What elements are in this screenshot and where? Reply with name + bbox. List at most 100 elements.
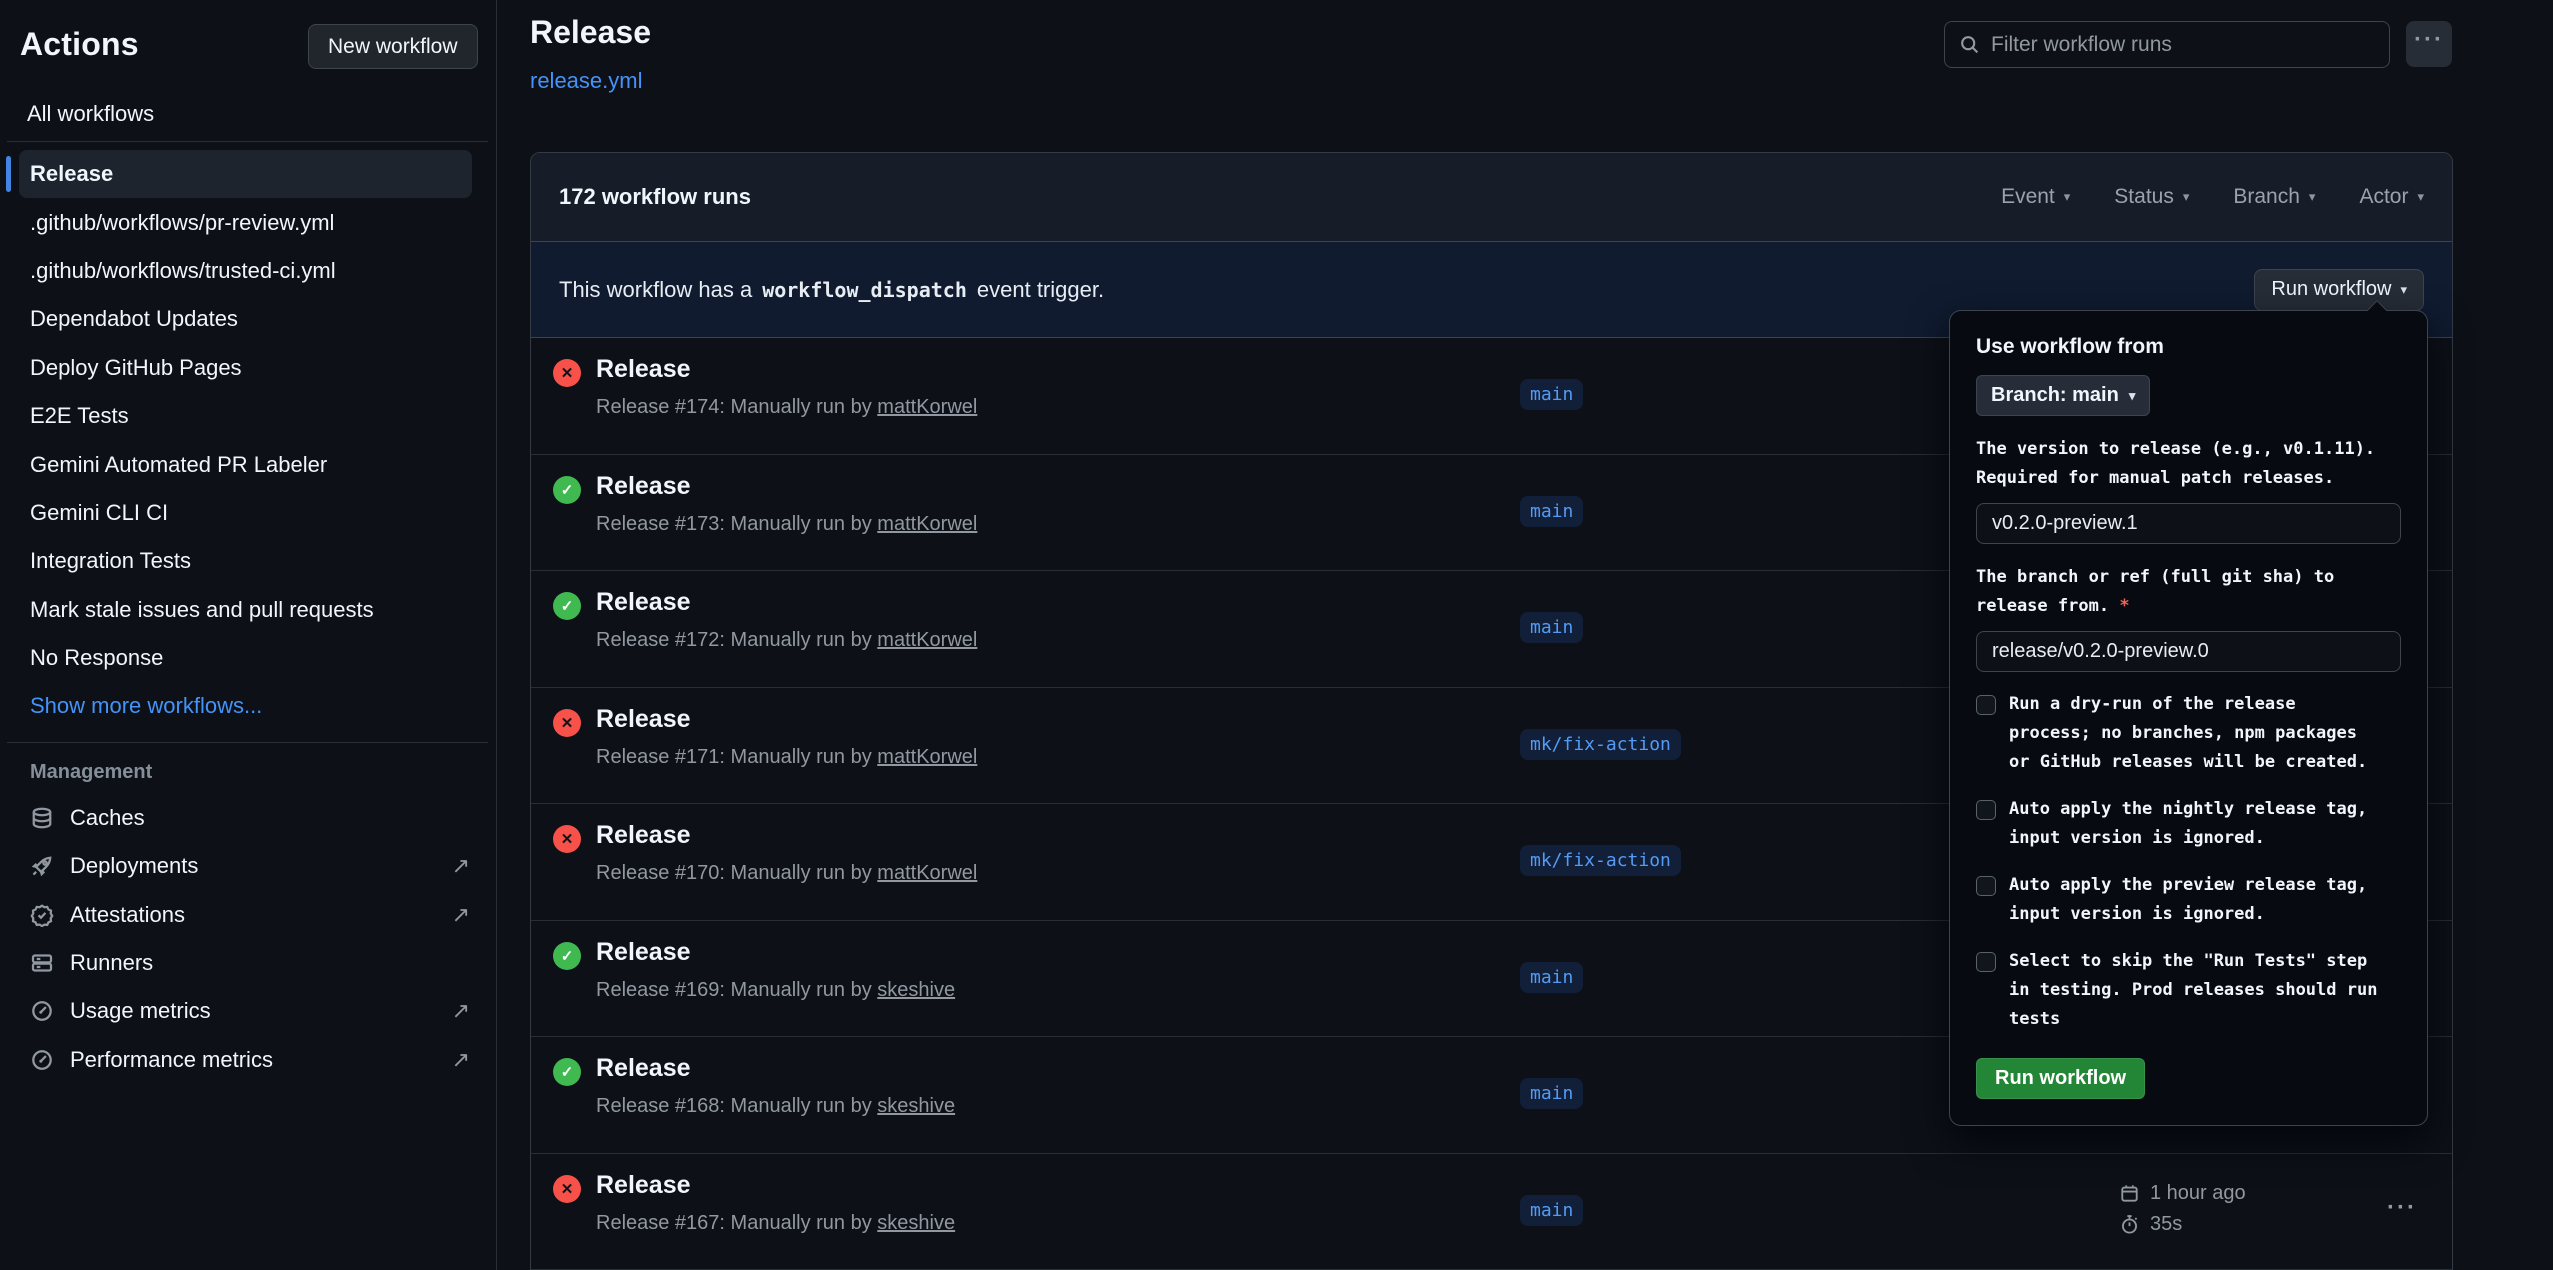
sidebar-item-mark-stale[interactable]: Mark stale issues and pull requests xyxy=(19,586,472,634)
workflow-file-link[interactable]: release.yml xyxy=(530,68,642,94)
actor-link[interactable]: mattKorwel xyxy=(877,513,977,535)
active-indicator xyxy=(6,156,11,192)
sidebar-item-label: Deployments xyxy=(70,853,198,879)
run-duration: 35s xyxy=(2150,1213,2182,1236)
run-title-link[interactable]: Release xyxy=(596,355,691,384)
sidebar-item-pr-review[interactable]: .github/workflows/pr-review.yml xyxy=(19,198,472,246)
preview-tag-checkbox[interactable] xyxy=(1976,876,1996,896)
branch-badge[interactable]: mk/fix-action xyxy=(1520,845,1681,876)
run-description: Release #169: Manually run by xyxy=(596,979,872,1001)
run-title-link[interactable]: Release xyxy=(596,938,691,967)
checkbox-field: Run a dry-run of the release process; no… xyxy=(1976,690,2401,777)
run-kebab-menu-button[interactable]: ··· xyxy=(2387,1194,2417,1222)
management-section-header: Management xyxy=(30,761,496,784)
actor-link[interactable]: mattKorwel xyxy=(877,629,977,651)
show-more-workflows-link[interactable]: Show more workflows... xyxy=(19,682,472,730)
sidebar-item-trusted-ci[interactable]: .github/workflows/trusted-ci.yml xyxy=(19,247,472,295)
branch-badge[interactable]: mk/fix-action xyxy=(1520,729,1681,760)
page-title: Actions xyxy=(20,26,139,63)
checkbox-field: Auto apply the nightly release tag, inpu… xyxy=(1976,795,2401,853)
sidebar-item-label: E2E Tests xyxy=(30,403,129,429)
use-workflow-from-label: Use workflow from xyxy=(1976,335,2401,359)
sidebar-item-usage-metrics[interactable]: Usage metrics ↗ xyxy=(0,987,496,1035)
sidebar-item-e2e-tests[interactable]: E2E Tests xyxy=(19,392,472,440)
run-description: Release #170: Manually run by xyxy=(596,862,872,884)
sidebar-item-all-workflows[interactable]: All workflows xyxy=(0,92,496,136)
dry-run-checkbox-label: Run a dry-run of the release process; no… xyxy=(2009,690,2367,777)
version-field-label: The version to release (e.g., v0.1.11). … xyxy=(1976,435,2401,493)
run-title-link[interactable]: Release xyxy=(596,588,691,617)
run-title-link[interactable]: Release xyxy=(596,1054,691,1083)
chevron-down-icon: ▾ xyxy=(2064,189,2071,205)
chevron-down-icon: ▾ xyxy=(2417,189,2424,205)
run-workflow-dropdown-button[interactable]: Run workflow ▾ xyxy=(2254,269,2424,311)
sidebar-item-runners[interactable]: Runners xyxy=(0,939,496,987)
branch-selector-button[interactable]: Branch: main ▾ xyxy=(1976,375,2150,416)
workflow-dispatch-code: workflow_dispatch xyxy=(762,278,967,302)
sidebar-item-caches[interactable]: Caches xyxy=(0,794,496,842)
sidebar-item-dependabot-updates[interactable]: Dependabot Updates xyxy=(19,295,472,343)
checkbox-field: Select to skip the "Run Tests" step in t… xyxy=(1976,947,2401,1034)
chevron-down-icon: ▾ xyxy=(2309,189,2316,205)
status-filter-dropdown[interactable]: Status▾ xyxy=(2114,185,2189,209)
server-icon xyxy=(30,951,54,975)
skip-tests-checkbox[interactable] xyxy=(1976,952,1996,972)
sidebar-item-integration-tests[interactable]: Integration Tests xyxy=(19,537,472,585)
run-description: Release #167: Manually run by xyxy=(596,1212,872,1234)
branch-filter-dropdown[interactable]: Branch▾ xyxy=(2233,185,2315,209)
sidebar-item-deploy-github-pages[interactable]: Deploy GitHub Pages xyxy=(19,344,472,392)
branch-badge[interactable]: main xyxy=(1520,1195,1583,1226)
checkbox-field: Auto apply the preview release tag, inpu… xyxy=(1976,871,2401,929)
database-icon xyxy=(30,806,54,830)
ref-input[interactable] xyxy=(1976,631,2401,672)
actor-link[interactable]: skeshive xyxy=(877,1095,955,1117)
external-link-icon: ↗ xyxy=(452,1047,470,1073)
run-description: Release #174: Manually run by xyxy=(596,396,872,418)
page-kebab-menu-button[interactable]: ··· xyxy=(2406,21,2452,67)
rocket-icon xyxy=(30,854,54,878)
dry-run-checkbox[interactable] xyxy=(1976,695,1996,715)
meter-icon xyxy=(30,999,54,1023)
nightly-tag-checkbox-label: Auto apply the nightly release tag, inpu… xyxy=(2009,795,2367,853)
actor-filter-dropdown[interactable]: Actor▾ xyxy=(2359,185,2424,209)
status-failure-icon: ✕ xyxy=(553,1175,581,1203)
sidebar-item-no-response[interactable]: No Response xyxy=(19,634,472,682)
actor-link[interactable]: skeshive xyxy=(877,979,955,1001)
sidebar-item-label: Release xyxy=(30,161,113,187)
stopwatch-icon xyxy=(2119,1214,2140,1235)
sidebar-item-gemini-cli-ci[interactable]: Gemini CLI CI xyxy=(19,489,472,537)
workflow-title: Release xyxy=(530,14,651,51)
runs-filters: Event▾ Status▾ Branch▾ Actor▾ xyxy=(2001,185,2424,209)
event-filter-dropdown[interactable]: Event▾ xyxy=(2001,185,2070,209)
sidebar-item-gemini-pr-labeler[interactable]: Gemini Automated PR Labeler xyxy=(19,440,472,488)
branch-badge[interactable]: main xyxy=(1520,962,1583,993)
run-title-link[interactable]: Release xyxy=(596,1171,691,1200)
sidebar-item-release[interactable]: Release xyxy=(19,150,472,198)
new-workflow-button[interactable]: New workflow xyxy=(308,24,478,69)
branch-badge[interactable]: main xyxy=(1520,1078,1583,1109)
sidebar-header: Actions New workflow xyxy=(0,0,496,92)
management-list: Caches Deployments ↗ Attestations ↗ Runn… xyxy=(0,794,496,1084)
sidebar-item-deployments[interactable]: Deployments ↗ xyxy=(0,842,496,890)
run-title-link[interactable]: Release xyxy=(596,472,691,501)
run-workflow-submit-button[interactable]: Run workflow xyxy=(1976,1058,2145,1099)
sidebar-item-performance-metrics[interactable]: Performance metrics ↗ xyxy=(0,1036,496,1084)
status-success-icon: ✓ xyxy=(553,592,581,620)
actor-link[interactable]: mattKorwel xyxy=(877,862,977,884)
run-title-link[interactable]: Release xyxy=(596,705,691,734)
branch-badge[interactable]: main xyxy=(1520,612,1583,643)
actor-link[interactable]: skeshive xyxy=(877,1212,955,1234)
status-failure-icon: ✕ xyxy=(553,825,581,853)
workflow-run-row[interactable]: ✕ Release Release #167: Manually run by … xyxy=(531,1154,2452,1270)
branch-badge[interactable]: main xyxy=(1520,379,1583,410)
version-input[interactable] xyxy=(1976,503,2401,544)
sidebar-item-attestations[interactable]: Attestations ↗ xyxy=(0,890,496,938)
nightly-tag-checkbox[interactable] xyxy=(1976,800,1996,820)
filter-workflow-runs-input[interactable] xyxy=(1991,33,2375,57)
skip-tests-checkbox-label: Select to skip the "Run Tests" step in t… xyxy=(2009,947,2377,1034)
branch-badge[interactable]: main xyxy=(1520,496,1583,527)
actor-link[interactable]: mattKorwel xyxy=(877,746,977,768)
run-title-link[interactable]: Release xyxy=(596,821,691,850)
actor-link[interactable]: mattKorwel xyxy=(877,396,977,418)
status-success-icon: ✓ xyxy=(553,1058,581,1086)
